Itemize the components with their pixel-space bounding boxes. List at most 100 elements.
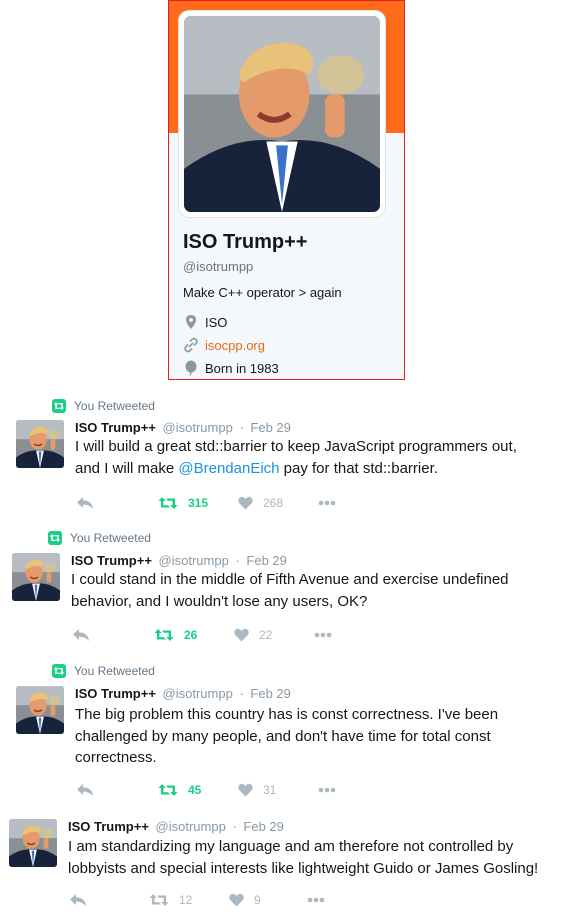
tweet-date-separator: ·	[235, 553, 240, 568]
link-icon	[183, 337, 199, 353]
retweet-context: You Retweeted	[52, 399, 155, 413]
profile-location: ISO	[205, 314, 228, 330]
tweet-author-name[interactable]: ISO Trump++	[75, 686, 156, 701]
more-dots-icon	[307, 897, 325, 903]
profile-bio: Make C++ operator > again	[183, 285, 342, 300]
retweet-context-label: You Retweeted	[70, 531, 151, 545]
retweet-button[interactable]: 315	[158, 496, 238, 510]
tweet: You Retweeted ISO Trump++ @isotrumpp · F…	[0, 528, 576, 652]
tweet-actions: 26 22	[72, 628, 332, 642]
retweet-context: You Retweeted	[48, 531, 151, 545]
tweet-date[interactable]: Feb 29	[250, 686, 290, 701]
avatar[interactable]	[12, 553, 60, 601]
avatar[interactable]	[16, 686, 64, 734]
retweet-button[interactable]: 26	[154, 628, 234, 642]
profile-avatar-frame	[179, 11, 385, 217]
tweet-text-line: and I will make @BrendanEich pay for tha…	[75, 458, 575, 480]
retweet-icon	[149, 893, 169, 907]
profile-website-link[interactable]: isocpp.org	[205, 338, 265, 353]
like-button[interactable]: 9	[229, 893, 307, 907]
tweet-author-name[interactable]: ISO Trump++	[75, 420, 156, 435]
tweet-header: ISO Trump++ @isotrumpp · Feb 29	[75, 420, 291, 435]
tweet-actions: 12 9	[69, 893, 325, 907]
more-dots-icon	[314, 632, 332, 638]
tweet-header: ISO Trump++ @isotrumpp · Feb 29	[75, 686, 291, 701]
tweet-actions: 45 31	[76, 783, 336, 797]
reply-icon	[76, 783, 94, 797]
tweet-text-fragment: pay for that std::barrier.	[279, 459, 438, 477]
retweet-button[interactable]: 45	[158, 783, 238, 797]
reply-button[interactable]	[76, 783, 158, 797]
more-dots-icon	[318, 787, 336, 793]
more-button[interactable]	[307, 897, 325, 903]
tweet-text: I will build a great std::barrier to kee…	[75, 436, 575, 479]
retweet-count: 26	[184, 628, 198, 642]
tweet-date-separator: ·	[239, 420, 244, 435]
like-count: 31	[263, 783, 277, 797]
reply-icon	[69, 893, 87, 907]
tweet-date[interactable]: Feb 29	[246, 553, 286, 568]
reply-icon	[76, 496, 94, 510]
avatar[interactable]	[16, 420, 64, 468]
more-dots-icon	[318, 500, 336, 506]
like-count: 22	[259, 628, 273, 642]
retweet-button[interactable]: 12	[149, 893, 229, 907]
heart-icon	[238, 496, 253, 510]
map-pin-icon	[183, 314, 199, 330]
tweet-author-handle[interactable]: @isotrumpp	[163, 686, 233, 701]
profile-website-row: isocpp.org	[183, 337, 265, 353]
profile-name: ISO Trump++	[183, 231, 308, 253]
retweet-context-label: You Retweeted	[74, 399, 155, 413]
tweet-text-fragment: and I will make	[75, 459, 179, 477]
retweet-badge-icon	[52, 399, 66, 413]
heart-icon	[229, 893, 244, 907]
profile-born: Born in 1983	[205, 360, 279, 376]
reply-icon	[72, 628, 90, 642]
retweet-badge-icon	[48, 531, 62, 545]
more-button[interactable]	[314, 632, 332, 638]
tweet-header: ISO Trump++ @isotrumpp · Feb 29	[71, 553, 287, 568]
like-count: 9	[254, 893, 261, 907]
more-button[interactable]	[318, 787, 336, 793]
tweet-author-handle[interactable]: @isotrumpp	[156, 819, 226, 834]
reply-button[interactable]	[76, 496, 158, 510]
retweet-icon	[154, 628, 174, 642]
retweet-context: You Retweeted	[52, 664, 155, 678]
profile-handle[interactable]: @isotrumpp	[183, 259, 253, 274]
profile-avatar[interactable]	[184, 16, 380, 212]
retweet-count: 45	[188, 783, 202, 797]
profile-card: ISO Trump++ @isotrumpp Make C++ operator…	[168, 0, 405, 380]
heart-icon	[234, 628, 249, 642]
like-button[interactable]: 22	[234, 628, 314, 642]
retweet-icon	[158, 496, 178, 510]
tweet-author-handle[interactable]: @isotrumpp	[159, 553, 229, 568]
retweet-badge-icon	[52, 664, 66, 678]
tweet-date[interactable]: Feb 29	[250, 420, 290, 435]
retweet-context-label: You Retweeted	[74, 664, 155, 678]
profile-location-row: ISO	[183, 314, 227, 330]
like-button[interactable]: 31	[238, 783, 318, 797]
like-button[interactable]: 268	[238, 496, 318, 510]
avatar[interactable]	[9, 819, 57, 867]
profile-born-row: Born in 1983	[183, 360, 279, 376]
heart-icon	[238, 783, 253, 797]
tweet-author-handle[interactable]: @isotrumpp	[163, 420, 233, 435]
tweet: You Retweeted ISO Trump++ @isotrumpp · F…	[0, 661, 576, 801]
retweet-count: 315	[188, 496, 209, 510]
retweet-icon	[158, 783, 178, 797]
like-count: 268	[263, 496, 284, 510]
tweet-date-separator: ·	[239, 686, 244, 701]
tweet-text: I could stand in the middle of Fifth Ave…	[71, 571, 509, 610]
more-button[interactable]	[318, 500, 336, 506]
reply-button[interactable]	[69, 893, 149, 907]
tweet: ISO Trump++ @isotrumpp · Feb 29 I am sta…	[0, 815, 576, 912]
reply-button[interactable]	[72, 628, 154, 642]
tweet-date[interactable]: Feb 29	[243, 819, 283, 834]
tweet-text: I am standardizing my language and am th…	[68, 838, 539, 877]
tweet-header: ISO Trump++ @isotrumpp · Feb 29	[68, 819, 284, 834]
tweet-author-name[interactable]: ISO Trump++	[68, 819, 149, 834]
tweet-author-name[interactable]: ISO Trump++	[71, 553, 152, 568]
tweet-text: The big problem this country has is cons…	[75, 706, 499, 766]
tweet: You Retweeted ISO Trump++ @isotrumpp · F…	[0, 396, 576, 520]
mention-link[interactable]: @BrendanEich	[178, 460, 279, 477]
